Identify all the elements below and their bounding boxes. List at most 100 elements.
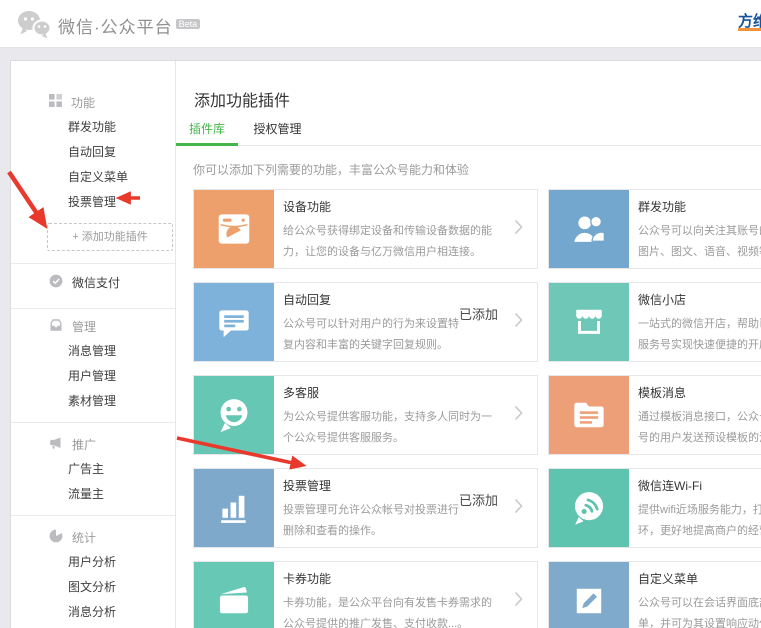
sidebar-section-label: 功能	[71, 94, 95, 111]
sidebar-section-label: 推广	[72, 436, 96, 453]
added-badge: 已添加	[459, 304, 498, 361]
sidebar-item-advertiser[interactable]: 广告主	[11, 457, 175, 482]
card-desc: 通过模板消息接口，公众号能够向关注其账号的用户发送预设模板的消息。	[638, 407, 761, 450]
add-plugin-button[interactable]: + 添加功能插件	[47, 223, 173, 251]
card-body: 自动回复 公众号可以针对用户的行为来设置特定的回复内容和丰富的关键字回复规则。	[274, 283, 459, 361]
card-body: 投票管理 投票管理可允许公众帐号对投票进行新增、删除和查看的操作。	[274, 469, 459, 547]
card-desc: 为公众号提供客服功能，支持多人同时为一个公众号提供客服服务。	[283, 407, 495, 450]
card-desc: 公众号可以在会话界面底部设置自定义菜单，并可为其设置响应动作。	[638, 593, 761, 628]
sidebar-item-message-mgmt[interactable]: 消息管理	[11, 339, 175, 364]
card-shop[interactable]: 微信小店 一站式的微信开店，帮助已开通微信支付的服务号实现快速便捷的开店和管理。	[548, 282, 761, 362]
card-coupon[interactable]: 卡券功能 卡券功能，是公众平台向有发售卡券需求的公众号提供的推广发售、支付收款.…	[193, 561, 538, 628]
customer-service-icon	[194, 376, 274, 454]
tab-bar: 插件库 授权管理	[176, 113, 761, 146]
sidebar-section-manage: 管理	[11, 313, 175, 339]
sidebar-item-traffic[interactable]: 流量主	[11, 482, 175, 507]
tab-plugin-library[interactable]: 插件库	[189, 113, 225, 146]
page-subtitle: 你可以添加下列需要的功能，丰富公众号能力和体验	[193, 161, 469, 178]
card-autoreply[interactable]: 自动回复 公众号可以针对用户的行为来设置特定的回复内容和丰富的关键字回复规则。 …	[193, 282, 538, 362]
added-badge: 已添加	[459, 490, 498, 547]
autoreply-icon	[194, 283, 274, 361]
partner-logo-tagline	[738, 28, 761, 31]
card-body: 微信小店 一站式的微信开店，帮助已开通微信支付的服务号实现快速便捷的开店和管理。	[629, 283, 761, 361]
sidebar-item-material-mgmt[interactable]: 素材管理	[11, 389, 175, 414]
template-message-icon	[549, 376, 629, 454]
card-desc: 卡券功能，是公众平台向有发售卡券需求的公众号提供的推广发售、支付收款...。	[283, 593, 495, 628]
card-vote[interactable]: 投票管理 投票管理可允许公众帐号对投票进行新增、删除和查看的操作。 已添加	[193, 468, 538, 548]
grid-icon	[49, 94, 62, 110]
active-tab-underline	[176, 143, 238, 146]
sidebar-item-vote[interactable]: 投票管理	[11, 190, 175, 215]
sidebar-item-user-analysis[interactable]: 用户分析	[11, 550, 175, 575]
chevron-right-icon[interactable]	[514, 312, 523, 333]
card-title: 投票管理	[283, 477, 459, 494]
plugin-card-grid: 设备功能 给公众号获得绑定设备和传输设备数据的能力，让您的设备与亿万微信用户相连…	[193, 189, 761, 628]
divider	[11, 308, 175, 309]
card-desc: 公众号可以针对用户的行为来设置特定的回复内容和丰富的关键字回复规则。	[283, 314, 459, 357]
card-title: 多客服	[283, 384, 498, 401]
card-desc: 提供wifi近场服务能力，打通线上线下闭环，更好地提高商户的经营效率。	[638, 500, 761, 543]
divider	[11, 422, 175, 423]
megaphone-icon	[49, 436, 63, 453]
card-title: 微信连Wi-Fi	[638, 477, 761, 494]
pie-chart-icon	[49, 529, 63, 546]
content-panel: 功能 群发功能 自动回复 自定义菜单 投票管理 + 添加功能插件 微信支付 管理…	[10, 60, 761, 628]
coupon-wallet-icon	[194, 562, 274, 628]
sidebar-item-wxpay[interactable]: 微信支付	[11, 264, 175, 300]
card-title: 微信小店	[638, 291, 761, 308]
sidebar-section-promote: 推广	[11, 431, 175, 457]
custom-menu-icon	[549, 562, 629, 628]
chevron-right-icon[interactable]	[514, 498, 523, 519]
card-body: 自定义菜单 公众号可以在会话界面底部设置自定义菜单，并可为其设置响应动作。	[629, 562, 761, 628]
divider	[11, 515, 175, 516]
main-content: 添加功能插件 插件库 授权管理 你可以添加下列需要的功能，丰富公众号能力和体验 …	[176, 61, 761, 628]
sidebar-item-broadcast[interactable]: 群发功能	[11, 115, 175, 140]
shop-icon	[549, 283, 629, 361]
card-device[interactable]: 设备功能 给公众号获得绑定设备和传输设备数据的能力，让您的设备与亿万微信用户相连…	[193, 189, 538, 269]
sidebar-item-message-analysis[interactable]: 消息分析	[11, 600, 175, 625]
chevron-right-icon[interactable]	[514, 591, 523, 612]
sidebar-item-article-analysis[interactable]: 图文分析	[11, 575, 175, 600]
top-header: 微信·公众平台Beta 方维	[0, 0, 761, 48]
card-title: 自动回复	[283, 291, 459, 308]
card-title: 自定义菜单	[638, 570, 761, 587]
card-body: 模板消息 通过模板消息接口，公众号能够向关注其账号的用户发送预设模板的消息。	[629, 376, 761, 454]
wifi-icon	[549, 469, 629, 547]
sidebar-section-label: 统计	[72, 529, 96, 546]
card-body: 卡券功能 卡券功能，是公众平台向有发售卡券需求的公众号提供的推广发售、支付收款.…	[274, 562, 498, 628]
card-wifi[interactable]: 微信连Wi-Fi 提供wifi近场服务能力，打通线上线下闭环，更好地提高商户的经…	[548, 468, 761, 548]
card-desc: 公众号可以向关注其账号的用户群发文字、图片、图文、语音、视频等消息。	[638, 221, 761, 264]
card-title: 卡券功能	[283, 570, 498, 587]
page-title: 添加功能插件	[194, 87, 290, 111]
chevron-right-icon[interactable]	[514, 219, 523, 240]
card-template-message[interactable]: 模板消息 通过模板消息接口，公众号能够向关注其账号的用户发送预设模板的消息。	[548, 375, 761, 455]
sidebar-item-user-mgmt[interactable]: 用户管理	[11, 364, 175, 389]
chevron-right-icon[interactable]	[514, 405, 523, 426]
card-customer-service[interactable]: 多客服 为公众号提供客服功能，支持多人同时为一个公众号提供客服服务。	[193, 375, 538, 455]
card-body: 多客服 为公众号提供客服功能，支持多人同时为一个公众号提供客服服务。	[274, 376, 498, 454]
beta-badge: Beta	[176, 19, 201, 29]
card-body: 群发功能 公众号可以向关注其账号的用户群发文字、图片、图文、语音、视频等消息。	[629, 190, 761, 268]
card-desc: 一站式的微信开店，帮助已开通微信支付的服务号实现快速便捷的开店和管理。	[638, 314, 761, 357]
card-desc: 给公众号获得绑定设备和传输设备数据的能力，让您的设备与亿万微信用户相连接。	[283, 221, 495, 264]
card-body: 设备功能 给公众号获得绑定设备和传输设备数据的能力，让您的设备与亿万微信用户相连…	[274, 190, 498, 268]
sidebar-section-stats: 统计	[11, 524, 175, 550]
sidebar-item-custom-menu[interactable]: 自定义菜单	[11, 165, 175, 190]
device-icon	[194, 190, 274, 268]
card-custom-menu[interactable]: 自定义菜单 公众号可以在会话界面底部设置自定义菜单，并可为其设置响应动作。	[548, 561, 761, 628]
wechat-logo-icon	[16, 9, 52, 45]
card-title: 设备功能	[283, 198, 498, 215]
card-body: 微信连Wi-Fi 提供wifi近场服务能力，打通线上线下闭环，更好地提高商户的经…	[629, 469, 761, 547]
inbox-icon	[49, 318, 63, 335]
card-title: 模板消息	[638, 384, 761, 401]
sidebar: 功能 群发功能 自动回复 自定义菜单 投票管理 + 添加功能插件 微信支付 管理…	[11, 61, 176, 628]
broadcast-icon	[549, 190, 629, 268]
wxpay-icon	[49, 274, 63, 291]
vote-chart-icon	[194, 469, 274, 547]
card-broadcast[interactable]: 群发功能 公众号可以向关注其账号的用户群发文字、图片、图文、语音、视频等消息。	[548, 189, 761, 269]
tab-auth-manage[interactable]: 授权管理	[253, 113, 301, 146]
card-desc: 投票管理可允许公众帐号对投票进行新增、删除和查看的操作。	[283, 500, 459, 543]
sidebar-item-autoreply[interactable]: 自动回复	[11, 140, 175, 165]
card-title: 群发功能	[638, 198, 761, 215]
sidebar-item-label: 微信支付	[72, 274, 120, 291]
